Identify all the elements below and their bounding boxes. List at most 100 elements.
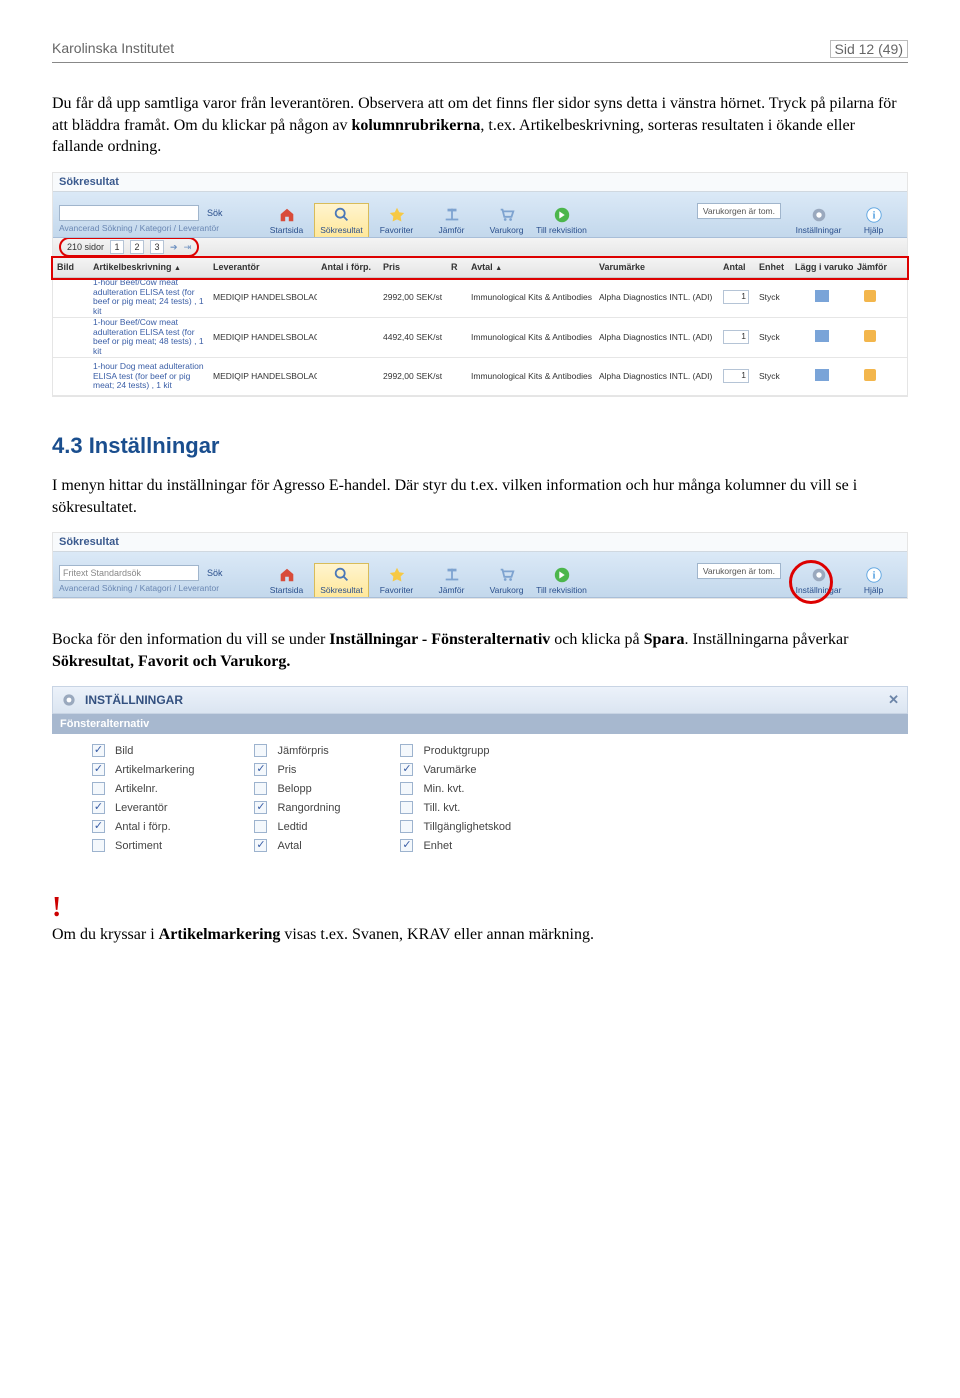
arrow-last-icon[interactable]: ⇥ [184, 242, 192, 253]
checkbox[interactable] [92, 839, 105, 852]
paginator: 210 sidor 1 2 3 ➔ ⇥ [53, 238, 907, 258]
search-button[interactable]: Sök [205, 208, 223, 218]
col-r[interactable]: R [447, 262, 467, 272]
table-row: 1-hour Dog meat adulteration ELISA test … [53, 358, 907, 396]
qty-input[interactable]: 1 [723, 369, 749, 383]
col-jamfor[interactable]: Jämför [853, 262, 887, 272]
setting-avtal: Avtal [254, 839, 340, 852]
col-leverantor[interactable]: Leverantör [209, 262, 317, 272]
checkbox[interactable] [92, 744, 105, 757]
nav-sökresultat[interactable]: Sökresultat [314, 203, 369, 237]
setting-j-mf-rpris: Jämförpris [254, 744, 340, 757]
checkbox-label: Antal i förp. [115, 821, 171, 833]
qty-input[interactable]: 1 [723, 330, 749, 344]
col-antal-forp[interactable]: Antal i förp. [317, 262, 379, 272]
nav-startsida[interactable]: Startsida [259, 203, 314, 237]
checkbox[interactable] [92, 801, 105, 814]
checkbox[interactable] [92, 782, 105, 795]
nav-startsida[interactable]: Startsida [259, 563, 314, 597]
product-link[interactable]: 1-hour Beef/Cow meat adulteration ELISA … [89, 278, 209, 317]
nav-till-rekvisition[interactable]: Till rekvisition [534, 563, 589, 597]
checkbox[interactable] [400, 820, 413, 833]
checkbox[interactable] [400, 839, 413, 852]
checkbox[interactable] [400, 782, 413, 795]
nav-jämför[interactable]: Jämför [424, 203, 479, 237]
col-avtal[interactable]: Avtal ▲ [467, 262, 595, 272]
varukorg-icon [498, 566, 516, 584]
col-artikelbeskrivning[interactable]: Artikelbeskrivning ▲ [89, 262, 209, 272]
sökresultat-icon [333, 566, 351, 584]
product-link[interactable]: 1-hour Dog meat adulteration ELISA test … [89, 362, 209, 391]
compare-icon[interactable] [864, 330, 876, 342]
nav-sökresultat[interactable]: Sökresultat [314, 563, 369, 597]
col-enhet[interactable]: Enhet [755, 262, 791, 272]
checkbox[interactable] [254, 801, 267, 814]
nav-favoriter[interactable]: Favoriter [369, 203, 424, 237]
setting-produktgrupp: Produktgrupp [400, 744, 511, 757]
checkbox[interactable] [400, 763, 413, 776]
checkbox[interactable] [400, 801, 413, 814]
nav-varukorg[interactable]: Varukorg [479, 563, 534, 597]
page-1[interactable]: 1 [110, 240, 124, 254]
checkbox[interactable] [400, 744, 413, 757]
setting-pris: Pris [254, 763, 340, 776]
nav-hjalp[interactable]: i Hjälp [846, 564, 901, 597]
nav-varukorg[interactable]: Varukorg [479, 203, 534, 237]
setting-belopp: Belopp [254, 782, 340, 795]
checkbox[interactable] [254, 744, 267, 757]
nav-jämför[interactable]: Jämför [424, 563, 479, 597]
search-button[interactable]: Sök [205, 568, 223, 578]
col-varumarke[interactable]: Varumärke [595, 262, 719, 272]
checkbox-label: Jämförpris [277, 745, 328, 757]
search-input[interactable]: Fritext Standardsök [59, 565, 199, 581]
setting-enhet: Enhet [400, 839, 511, 852]
nav-till-rekvisition[interactable]: Till rekvisition [534, 203, 589, 237]
setting-varum-rke: Varumärke [400, 763, 511, 776]
table-header[interactable]: Bild Artikelbeskrivning ▲ Leverantör Ant… [53, 258, 907, 278]
checkbox[interactable] [254, 782, 267, 795]
settings-titlebar: INSTÄLLNINGAR ✕ [52, 686, 908, 714]
cart-status: Varukorgen är tom. [697, 563, 781, 579]
setting-rangordning: Rangordning [254, 801, 340, 814]
gear-icon [810, 206, 828, 224]
table-row: 1-hour Beef/Cow meat adulteration ELISA … [53, 318, 907, 358]
arrow-next-icon[interactable]: ➔ [170, 242, 178, 253]
col-bild[interactable]: Bild [53, 262, 89, 272]
close-icon[interactable]: ✕ [888, 692, 899, 708]
checkbox[interactable] [92, 763, 105, 776]
paragraph-4: Om du kryssar i Artikelmarkering visas t… [52, 924, 908, 946]
checkbox[interactable] [92, 820, 105, 833]
qty-input[interactable]: 1 [723, 290, 749, 304]
toolbar: Sök Avancerad Sökning / Kategori / Lever… [53, 192, 907, 238]
add-to-cart-icon[interactable] [815, 290, 829, 302]
add-to-cart-icon[interactable] [815, 330, 829, 342]
checkbox-label: Tillgänglighetskod [423, 821, 511, 833]
product-link[interactable]: 1-hour Beef/Cow meat adulteration ELISA … [89, 318, 209, 357]
checkbox[interactable] [254, 839, 267, 852]
page-3[interactable]: 3 [150, 240, 164, 254]
col-lagg[interactable]: Lägg i varukorg [791, 262, 853, 272]
page-2[interactable]: 2 [130, 240, 144, 254]
checkbox[interactable] [254, 820, 267, 833]
till rekvisition-icon [553, 566, 571, 584]
col-antal[interactable]: Antal [719, 262, 755, 272]
breadcrumb[interactable]: Avancerad Sökning / Kategori / Leverantö… [59, 223, 247, 233]
breadcrumb[interactable]: Avancerad Sökning / Katagori / Leveranto… [59, 583, 247, 593]
startsida-icon [278, 566, 296, 584]
info-icon: i [865, 206, 883, 224]
cart-status: Varukorgen är tom. [697, 203, 781, 219]
header-org: Karolinska Institutet [52, 40, 174, 58]
nav-favoriter[interactable]: Favoriter [369, 563, 424, 597]
nav-hjalp[interactable]: i Hjälp [846, 204, 901, 237]
add-to-cart-icon[interactable] [815, 369, 829, 381]
paragraph-2: I menyn hittar du inställningar för Agre… [52, 475, 908, 518]
compare-icon[interactable] [864, 290, 876, 302]
checkbox-label: Sortiment [115, 840, 162, 852]
screenshot-settings-highlight: Sökresultat Fritext Standardsök Sök Avan… [52, 532, 908, 599]
compare-icon[interactable] [864, 369, 876, 381]
nav-installningar[interactable]: Inställningar [791, 204, 846, 237]
col-pris[interactable]: Pris [379, 262, 447, 272]
highlight-circle [789, 560, 833, 604]
search-input[interactable] [59, 205, 199, 221]
checkbox[interactable] [254, 763, 267, 776]
